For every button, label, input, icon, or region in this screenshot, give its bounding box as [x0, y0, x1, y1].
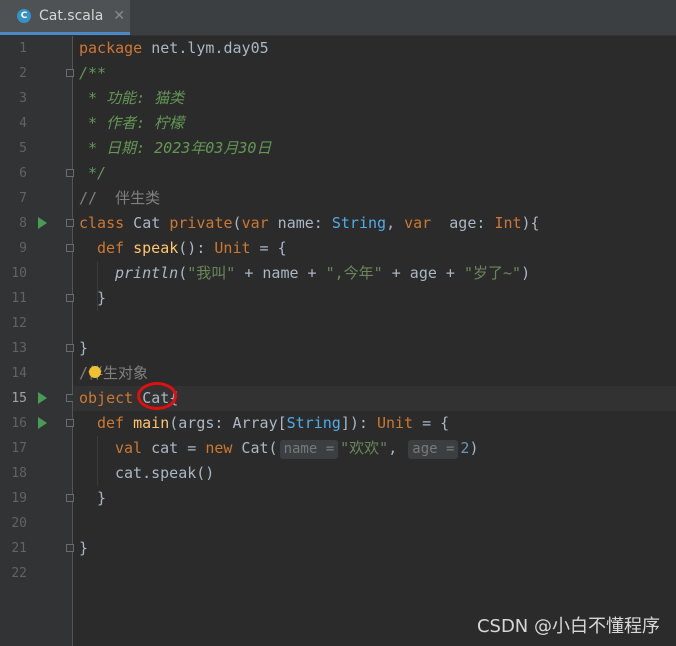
indent-guide — [97, 436, 98, 486]
code-line-10: println("我叫" + name + ",今年" + age + "岁了~… — [115, 264, 531, 282]
line-number: 1 — [19, 41, 27, 56]
code-line-3: * 功能: 猫类 — [79, 89, 185, 107]
lightbulb-icon[interactable] — [89, 366, 101, 378]
code-line-1: package net.lym.day05 — [79, 39, 269, 57]
code-line-16: def main(args: Array[String]): Unit = { — [97, 414, 450, 432]
line-number: 2 — [19, 66, 27, 81]
editor-tab-bar: C Cat.scala ✕ — [0, 0, 676, 36]
line-number: 6 — [19, 166, 27, 181]
code-line-21: } — [79, 539, 89, 557]
code-line-5: * 日期: 2023年03月30日 — [79, 139, 272, 157]
line-number: 17 — [11, 441, 27, 456]
line-number: 11 — [11, 291, 27, 306]
run-icon-class-cat[interactable] — [38, 217, 47, 229]
line-number: 18 — [11, 466, 27, 481]
parameter-hint-age: age = — [408, 440, 459, 459]
line-number: 21 — [11, 541, 27, 556]
tab-cat-scala[interactable]: C Cat.scala ✕ — [0, 0, 130, 35]
code-line-9: def speak(): Unit = { — [97, 239, 287, 257]
code-editor[interactable]: package net.lym.day05 /** * 功能: 猫类 * 作者:… — [73, 36, 676, 646]
code-line-17: val cat = new Cat(name = "欢欢", age = 2) — [115, 439, 479, 459]
line-number: 5 — [19, 141, 27, 156]
watermark: CSDN @小白不懂程序 — [476, 616, 660, 637]
code-line-7: // 伴生类 — [79, 189, 161, 207]
line-number: 20 — [11, 516, 27, 531]
parameter-hint-name: name = — [279, 440, 339, 459]
close-icon[interactable]: ✕ — [113, 8, 125, 24]
line-number: 13 — [11, 341, 27, 356]
line-number: 22 — [11, 566, 27, 581]
line-number: 7 — [19, 191, 27, 206]
line-number: 19 — [11, 491, 27, 506]
code-line-4: * 作者: 柠檬 — [79, 114, 185, 132]
line-number-gutter: 1 2 3 4 5 6 7 8 9 10 11 12 13 14 15 16 1… — [0, 36, 74, 646]
line-number: 10 — [11, 266, 27, 281]
code-line-2: /** — [79, 64, 107, 82]
code-line-11: } — [97, 289, 107, 307]
line-number: 3 — [19, 91, 27, 106]
line-number: 4 — [19, 116, 27, 131]
code-line-8: class Cat private(var name: String, var … — [79, 214, 540, 232]
line-number: 9 — [19, 241, 27, 256]
code-line-18: cat.speak() — [115, 464, 215, 482]
line-number-current: 15 — [11, 391, 27, 406]
line-number: 16 — [11, 416, 27, 431]
line-number: 12 — [11, 316, 27, 331]
line-number: 14 — [11, 366, 27, 381]
tab-label: Cat.scala — [39, 8, 104, 24]
code-line-19: } — [97, 489, 107, 507]
line-number: 8 — [19, 216, 27, 231]
code-line-13: } — [79, 339, 89, 357]
run-icon-object-cat[interactable] — [38, 392, 47, 404]
scala-file-icon: C — [17, 9, 31, 23]
run-icon-main[interactable] — [38, 417, 47, 429]
code-line-6: */ — [79, 164, 107, 182]
red-annotation-circle — [137, 382, 177, 410]
